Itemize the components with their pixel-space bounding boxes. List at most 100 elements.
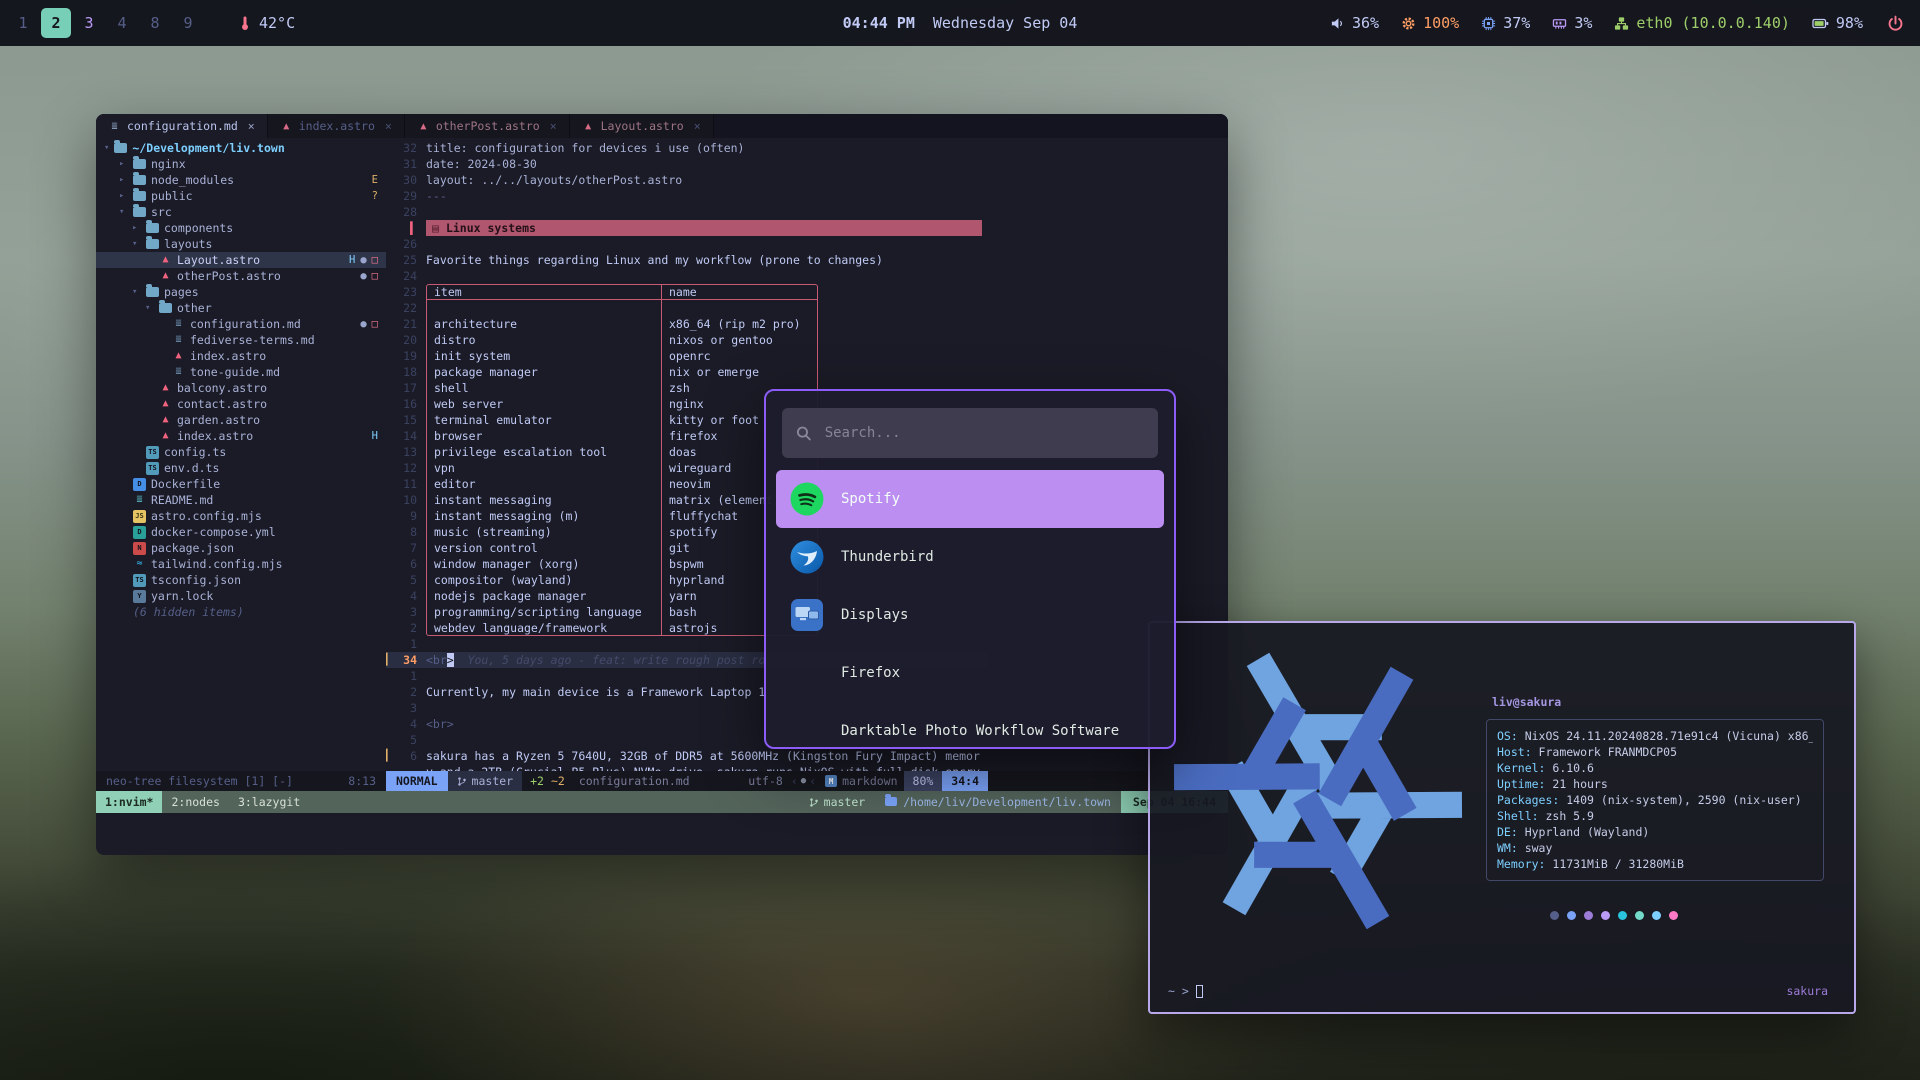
palette-color-2 [1584, 911, 1593, 920]
folder-icon [885, 797, 897, 806]
table-cell-item: package manager [427, 364, 661, 380]
npm-icon: N [133, 542, 146, 555]
tree-root[interactable]: ▾ ~/Development/liv.town [96, 140, 386, 156]
tree-item-layouts[interactable]: ▾layouts [96, 236, 386, 252]
tree-item-index-astro[interactable]: ▲index.astro [96, 348, 386, 364]
workspace-4[interactable]: 4 [107, 8, 137, 38]
tree-item-dockerfile[interactable]: DDockerfile [96, 476, 386, 492]
tree-item-pages[interactable]: ▾pages [96, 284, 386, 300]
launcher-item-thunderbird[interactable]: Thunderbird [776, 528, 1164, 586]
chevron-down-icon: ▾ [119, 204, 128, 220]
table-row: privilege escalation tooldoas [426, 444, 818, 460]
tree-item-layout-astro[interactable]: ▲Layout.astroH●□ [96, 252, 386, 268]
tree-item-fediverse-terms-md[interactable]: ≣fediverse-terms.md [96, 332, 386, 348]
tree-item-components[interactable]: ▸components [96, 220, 386, 236]
tree-item-yarn-lock[interactable]: Yyarn.lock [96, 588, 386, 604]
workspace-2[interactable]: 2 [41, 8, 71, 38]
tree-item-public[interactable]: ▸public? [96, 188, 386, 204]
neo-tree-panel: ▾ ~/Development/liv.town ▸nginx▸node_mod… [96, 138, 386, 771]
tmux-window-2-nodes[interactable]: 2:nodes [162, 791, 228, 813]
table-cell-item: version control [427, 540, 661, 556]
power-button[interactable] [1887, 15, 1904, 32]
chevron-down-icon: ▾ [132, 284, 141, 300]
tree-item-nginx[interactable]: ▸nginx [96, 156, 386, 172]
tree-item-package-json[interactable]: Npackage.json [96, 540, 386, 556]
status-cpu[interactable]: 37% [1481, 14, 1530, 32]
tree-item-6-hidden-items[interactable]: (6 hidden items) [96, 604, 386, 620]
tabbar-filler [714, 114, 1228, 138]
workspace-3[interactable]: 3 [74, 8, 104, 38]
line-text: nodejs package manageryarn [426, 588, 818, 604]
fetch-info-key: Memory: [1497, 857, 1552, 871]
fetch-info-line-shell: Shell: zsh 5.9 [1497, 808, 1813, 824]
folder-icon [133, 159, 146, 169]
close-icon[interactable]: × [550, 119, 557, 133]
table-row: init systemopenrc [426, 348, 818, 364]
tree-item-index-astro[interactable]: ▲index.astroH [96, 428, 386, 444]
tree-item-astro-config-mjs[interactable]: JSastro.config.mjs [96, 508, 386, 524]
fetch-info-line-os: OS: NixOS 24.11.20240828.71e91c4 (Vicuna… [1497, 728, 1813, 744]
status-battery[interactable]: 98% [1812, 14, 1863, 32]
status-memory[interactable]: 3% [1552, 14, 1592, 32]
workspace-8[interactable]: 8 [140, 8, 170, 38]
tab-index-astro[interactable]: ▲index.astro× [268, 114, 405, 138]
launcher-item-firefox[interactable]: Firefox [776, 644, 1164, 702]
tree-item-balcony-astro[interactable]: ▲balcony.astro [96, 380, 386, 396]
status-volume-value: 36% [1352, 14, 1379, 32]
launcher-item-darktable-photo-workflow-software[interactable]: Darktable Photo Workflow Software [776, 702, 1164, 749]
launcher-item-spotify[interactable]: Spotify [776, 470, 1164, 528]
status-volume[interactable]: 36% [1330, 14, 1379, 32]
volume-icon [1330, 16, 1345, 31]
close-icon[interactable]: × [694, 119, 701, 133]
status-network[interactable]: eth0 (10.0.0.140) [1614, 14, 1790, 32]
memory-icon [1552, 17, 1567, 30]
tmux-window-1-nvim[interactable]: 1:nvim* [96, 791, 162, 813]
line-text: itemname [426, 284, 818, 300]
paragraph-line: ▎6sakura has a Ryzen 5 7640U, 32GB of DD… [386, 748, 988, 771]
line-number: 3 [392, 700, 426, 716]
displays-icon [790, 598, 824, 632]
line-number: 15 [392, 412, 426, 428]
table-cell-item: privilege escalation tool [427, 444, 661, 460]
close-icon[interactable]: × [248, 119, 255, 133]
line-number: 4 [392, 588, 426, 604]
tree-item-contact-astro[interactable]: ▲contact.astro [96, 396, 386, 412]
line-number: ▍ [392, 220, 426, 236]
status-brightness[interactable]: 100% [1401, 14, 1459, 32]
statusline-neotree: neo-tree filesystem [1] [-] 8:13 [96, 771, 386, 791]
search-input[interactable] [823, 424, 1144, 442]
thunderbird-icon-wrap [790, 540, 824, 574]
tree-item-src[interactable]: ▾src [96, 204, 386, 220]
tmux-window-3-lazygit[interactable]: 3:lazygit [229, 791, 309, 813]
table-row: window manager (xorg)bspwm [426, 556, 818, 572]
tree-item-tone-guide-md[interactable]: ≣tone-guide.md [96, 364, 386, 380]
shell-prompt[interactable]: ~ > [1168, 984, 1203, 998]
fetch-info-value: Hyprland (Wayland) [1525, 825, 1650, 839]
tree-item-label: layouts [164, 236, 212, 252]
html-tag: <br [426, 653, 447, 667]
close-icon[interactable]: × [385, 119, 392, 133]
tree-item-garden-astro[interactable]: ▲garden.astro [96, 412, 386, 428]
table-row: programming/scripting languagebash [426, 604, 818, 620]
tab-layout-astro[interactable]: ▲Layout.astro× [570, 114, 714, 138]
tab-label: configuration.md [127, 119, 238, 133]
tree-item-tailwind-config-mjs[interactable]: ≈tailwind.config.mjs [96, 556, 386, 572]
tree-item-readme-md[interactable]: ≣README.md [96, 492, 386, 508]
tree-item-tsconfig-json[interactable]: TStsconfig.json [96, 572, 386, 588]
workspace-9[interactable]: 9 [173, 8, 203, 38]
table-cell-name: nix or emerge [661, 364, 817, 380]
tree-item-config-ts[interactable]: TSconfig.ts [96, 444, 386, 460]
line-number: 20 [392, 332, 426, 348]
tree-item-label: otherPost.astro [177, 268, 281, 284]
tab-otherpost-astro[interactable]: ▲otherPost.astro× [405, 114, 570, 138]
tree-item-configuration-md[interactable]: ≣configuration.md●□ [96, 316, 386, 332]
workspace-1[interactable]: 1 [8, 8, 38, 38]
tree-item-otherpost-astro[interactable]: ▲otherPost.astro●□ [96, 268, 386, 284]
tree-item-env-d-ts[interactable]: TSenv.d.ts [96, 460, 386, 476]
tree-item-other[interactable]: ▾other [96, 300, 386, 316]
tree-item-docker-compose-yml[interactable]: Ddocker-compose.yml [96, 524, 386, 540]
tab-configuration-md[interactable]: ≣configuration.md× [96, 114, 268, 138]
tree-item-node-modules[interactable]: ▸node_modulesE [96, 172, 386, 188]
fetch-info-key: OS: [1497, 729, 1525, 743]
launcher-item-displays[interactable]: Displays [776, 586, 1164, 644]
